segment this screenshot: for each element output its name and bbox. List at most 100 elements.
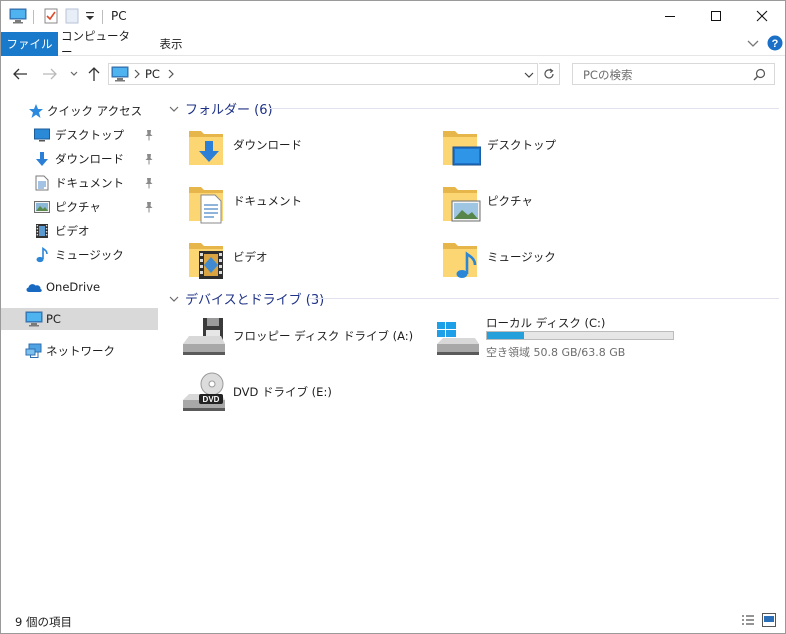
music-icon xyxy=(33,246,51,264)
nav-item-videos[interactable]: ビデオ xyxy=(1,220,158,242)
help-icon[interactable]: ? xyxy=(767,35,783,54)
folders-group-header[interactable]: フォルダー (6) xyxy=(169,99,273,118)
refresh-button[interactable] xyxy=(539,63,560,85)
address-bar[interactable]: PC xyxy=(108,63,538,85)
pc-icon xyxy=(111,66,129,85)
pin-icon[interactable] xyxy=(144,201,154,213)
pc-app-icon xyxy=(9,7,27,25)
window-title: PC xyxy=(111,9,127,23)
nav-item-music[interactable]: ミュージック xyxy=(1,244,158,266)
up-button[interactable] xyxy=(85,65,103,83)
search-icon[interactable] xyxy=(753,68,766,84)
group-divider xyxy=(309,298,779,299)
item-label: ピクチャ xyxy=(487,194,533,208)
ribbon-tabs: ファイル コンピューター 表示 ? xyxy=(1,29,785,59)
download-folder-icon xyxy=(189,131,223,165)
search-input[interactable]: PCの検索 xyxy=(572,63,775,85)
desktop-icon xyxy=(33,126,51,144)
pin-icon[interactable] xyxy=(144,153,154,165)
nav-label: ドキュメント xyxy=(55,176,124,190)
nav-label: ミュージック xyxy=(55,248,124,262)
drive-usage-fill xyxy=(487,332,525,339)
back-button[interactable] xyxy=(11,65,29,83)
group-title: フォルダー (6) xyxy=(185,103,273,118)
onedrive-icon xyxy=(25,278,43,296)
breadcrumb-separator-icon[interactable] xyxy=(133,68,141,83)
desktop-folder-icon xyxy=(443,131,481,166)
document-folder-icon xyxy=(189,187,223,224)
group-title: デバイスとドライブ (3) xyxy=(185,293,325,308)
tab-file[interactable]: ファイル xyxy=(1,32,58,56)
folder-item-videos[interactable]: ビデオ xyxy=(187,237,387,285)
video-icon xyxy=(33,222,51,240)
music-folder-icon xyxy=(443,243,477,278)
network-icon xyxy=(25,342,43,360)
pin-icon[interactable] xyxy=(144,129,154,141)
tab-view[interactable]: 表示 xyxy=(149,32,193,56)
details-view-icon[interactable] xyxy=(741,614,755,629)
local-disk-icon xyxy=(437,322,479,355)
large-icons-view-icon[interactable] xyxy=(762,613,776,630)
explorer-window: PC ファイル コンピューター 表示 ? PC PCの検索 クイック アクセス … xyxy=(0,0,786,634)
navigation-pane: クイック アクセス デスクトップ ダウンロード ドキュメント ピクチャ ビデオ … xyxy=(1,92,161,607)
folder-item-downloads[interactable]: ダウンロード xyxy=(187,125,387,173)
drive-item-floppy[interactable]: フロッピー ディスク ドライブ (A:) xyxy=(181,314,421,362)
nav-item-onedrive[interactable]: OneDrive xyxy=(1,276,158,298)
qa-separator xyxy=(102,10,103,24)
item-label: ローカル ディスク (C:) xyxy=(486,316,606,330)
nav-quick-access[interactable]: クイック アクセス xyxy=(1,100,158,122)
tab-computer[interactable]: コンピューター xyxy=(61,29,141,59)
status-bar: 9 個の項目 xyxy=(1,607,785,633)
folder-item-documents[interactable]: ドキュメント xyxy=(187,181,387,229)
content-pane: フォルダー (6) ダウンロード デスクトップ ドキュメント ピクチャ ビデオ … xyxy=(161,92,785,607)
picture-icon xyxy=(33,198,51,216)
folder-item-music[interactable]: ミュージック xyxy=(441,237,641,285)
item-label: フロッピー ディスク ドライブ (A:) xyxy=(233,329,414,343)
forward-button[interactable] xyxy=(41,65,59,83)
floppy-drive-icon xyxy=(183,318,225,355)
nav-item-downloads[interactable]: ダウンロード xyxy=(1,148,158,170)
collapse-chevron-icon xyxy=(169,106,179,112)
item-count: 9 個の項目 xyxy=(15,615,72,629)
drive-item-local-disk[interactable]: ローカル ディスク (C:) 空き領域 50.8 GB/63.8 GB xyxy=(435,314,735,362)
nav-item-pc[interactable]: PC xyxy=(1,308,158,330)
svg-text:DVD: DVD xyxy=(203,395,220,404)
nav-item-desktop[interactable]: デスクトップ xyxy=(1,124,158,146)
nav-label: PC xyxy=(46,312,61,326)
item-label: ダウンロード xyxy=(233,138,302,152)
close-button[interactable] xyxy=(739,1,785,31)
drive-free-space: 空き領域 50.8 GB/63.8 GB xyxy=(486,346,626,359)
recent-locations-icon[interactable] xyxy=(65,65,83,83)
maximize-button[interactable] xyxy=(693,1,739,31)
search-placeholder: PCの検索 xyxy=(583,68,633,82)
qa-separator xyxy=(33,10,34,24)
nav-label: OneDrive xyxy=(46,280,101,294)
document-icon xyxy=(33,174,51,192)
download-icon xyxy=(33,150,51,168)
pc-icon xyxy=(25,310,43,328)
nav-label: ビデオ xyxy=(55,224,90,238)
group-divider xyxy=(269,108,779,109)
breadcrumb-pc[interactable]: PC xyxy=(145,67,160,81)
dvd-drive-icon: DVD xyxy=(183,372,225,411)
item-label: ドキュメント xyxy=(233,194,302,208)
drive-item-dvd[interactable]: DVD DVD ドライブ (E:) xyxy=(181,370,421,418)
folder-item-pictures[interactable]: ピクチャ xyxy=(441,181,641,229)
nav-label: クイック アクセス xyxy=(47,104,143,118)
minimize-button[interactable] xyxy=(647,1,693,31)
breadcrumb-separator-icon[interactable] xyxy=(167,68,175,83)
nav-item-pictures[interactable]: ピクチャ xyxy=(1,196,158,218)
devices-group-header[interactable]: デバイスとドライブ (3) xyxy=(169,289,324,308)
nav-label: デスクトップ xyxy=(55,128,124,142)
properties-icon[interactable] xyxy=(43,7,59,25)
customize-qa-dropdown-icon[interactable] xyxy=(85,7,95,25)
new-folder-icon[interactable] xyxy=(65,7,79,25)
nav-item-documents[interactable]: ドキュメント xyxy=(1,172,158,194)
pin-icon[interactable] xyxy=(144,177,154,189)
star-icon xyxy=(27,102,45,120)
folder-item-desktop[interactable]: デスクトップ xyxy=(441,125,641,173)
nav-item-network[interactable]: ネットワーク xyxy=(1,340,158,362)
address-dropdown-icon[interactable] xyxy=(523,69,535,83)
collapse-chevron-icon xyxy=(169,296,179,302)
expand-ribbon-icon[interactable] xyxy=(747,36,759,53)
